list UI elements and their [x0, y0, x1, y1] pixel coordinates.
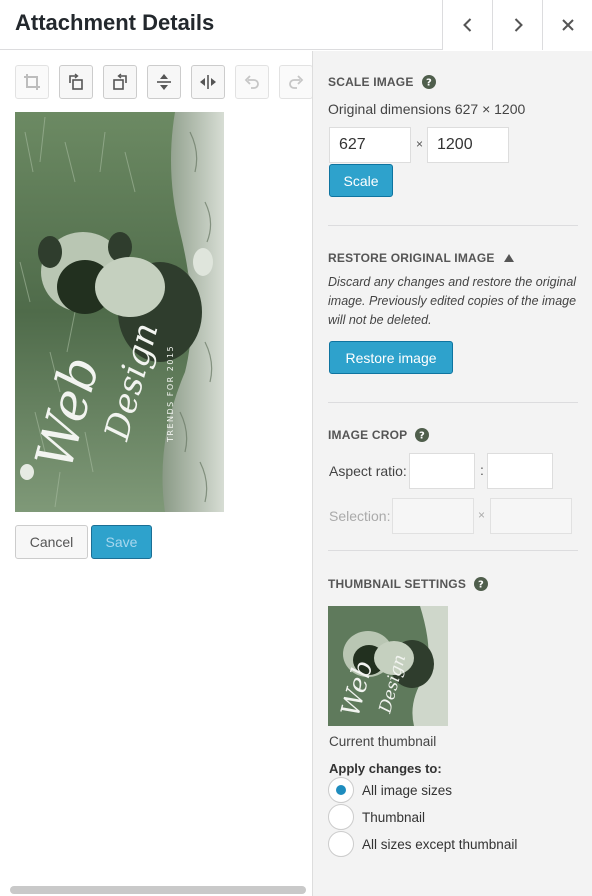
- selection-height-input[interactable]: [490, 498, 572, 534]
- crop-icon: [24, 74, 40, 90]
- radio-thumbnail[interactable]: Thumbnail: [328, 804, 425, 830]
- image-preview[interactable]: Web Design TRENDS FOR 2015: [15, 112, 224, 512]
- scale-image-section: Scale Image ? Original dimensions 627 × …: [328, 75, 578, 117]
- divider: [328, 225, 578, 226]
- restore-description: Discard any changes and restore the orig…: [328, 275, 577, 327]
- chevron-right-icon: [514, 18, 523, 32]
- times-symbol: ×: [416, 137, 424, 151]
- aspect-ratio-label: Aspect ratio:: [329, 463, 407, 479]
- close-icon: [561, 19, 574, 31]
- selection-label: Selection:: [329, 508, 391, 524]
- svg-text:?: ?: [478, 580, 484, 591]
- scale-button[interactable]: Scale: [329, 164, 393, 197]
- apply-changes-label: Apply changes to:: [329, 761, 442, 776]
- restore-heading[interactable]: Restore Original Image: [328, 251, 495, 265]
- image-crop-section: Image Crop ?: [328, 428, 578, 442]
- radio-button[interactable]: [328, 804, 354, 830]
- help-icon[interactable]: ?: [415, 428, 430, 442]
- header: Attachment Details: [0, 0, 592, 50]
- radio-all-image-sizes[interactable]: All image sizes: [328, 777, 452, 803]
- original-dimensions: Original dimensions 627 × 1200: [328, 101, 526, 117]
- image-toolbar: [15, 65, 313, 99]
- horizontal-scrollbar[interactable]: [10, 886, 306, 894]
- divider: [328, 550, 578, 551]
- divider: [328, 402, 578, 403]
- current-thumbnail-label: Current thumbnail: [329, 734, 437, 749]
- triangle-up-icon[interactable]: [503, 254, 514, 262]
- previous-button[interactable]: [442, 0, 492, 50]
- aspect-ratio-width-input[interactable]: [409, 453, 475, 489]
- selection-width-input[interactable]: [392, 498, 474, 534]
- radio-button[interactable]: [328, 777, 354, 803]
- scale-width-input[interactable]: 627: [329, 127, 411, 163]
- flip-horizontal-icon: [200, 75, 216, 89]
- image-overlay-caption: TRENDS FOR 2015: [166, 345, 175, 443]
- colon-separator: :: [480, 462, 484, 478]
- settings-sidebar: Scale Image ? Original dimensions 627 × …: [312, 51, 592, 896]
- rotate-right-icon: [113, 73, 127, 90]
- scale-height-input[interactable]: 1200: [427, 127, 509, 163]
- close-button[interactable]: [542, 0, 592, 50]
- times-symbol: ×: [478, 508, 486, 522]
- help-icon[interactable]: ?: [421, 75, 436, 89]
- svg-text:?: ?: [419, 431, 425, 442]
- chevron-left-icon: [462, 18, 471, 32]
- redo-icon: [289, 75, 304, 89]
- next-button[interactable]: [492, 0, 542, 50]
- restore-section: Restore Original Image Discard any chang…: [328, 251, 578, 330]
- cancel-button[interactable]: Cancel: [15, 525, 88, 559]
- image-crop-heading: Image Crop: [328, 428, 408, 442]
- aspect-ratio-height-input[interactable]: [487, 453, 553, 489]
- thumbnail-settings-section: Thumbnail Settings ?: [328, 577, 578, 591]
- radio-selected-dot: [336, 785, 346, 795]
- radio-label: Thumbnail: [362, 809, 426, 825]
- rotate-right-button[interactable]: [103, 65, 137, 99]
- scale-image-heading: Scale Image: [328, 75, 414, 89]
- radio-all-except-thumbnail[interactable]: All sizes except thumbnail: [328, 831, 517, 857]
- radio-label: All image sizes: [362, 782, 453, 798]
- flip-vertical-button[interactable]: [147, 65, 181, 99]
- page-title: Attachment Details: [15, 10, 215, 35]
- image-editor-pane: Web Design TRENDS FOR 2015 Cancel Save: [0, 51, 313, 896]
- save-button[interactable]: Save: [91, 525, 152, 559]
- svg-text:?: ?: [426, 78, 432, 89]
- rotate-left-icon: [69, 73, 83, 90]
- rotate-left-button[interactable]: [59, 65, 93, 99]
- current-thumbnail-image: Web Design: [328, 606, 448, 726]
- help-icon[interactable]: ?: [474, 577, 489, 591]
- radio-button[interactable]: [328, 831, 354, 857]
- thumbnail-heading: Thumbnail Settings: [328, 577, 467, 591]
- radio-label: All sizes except thumbnail: [362, 836, 518, 852]
- flip-horizontal-button[interactable]: [191, 65, 225, 99]
- redo-button[interactable]: [279, 65, 313, 99]
- crop-button[interactable]: [15, 65, 49, 99]
- restore-image-button[interactable]: Restore image: [329, 341, 453, 374]
- flip-vertical-icon: [157, 74, 171, 90]
- undo-button[interactable]: [235, 65, 269, 99]
- undo-icon: [244, 75, 259, 89]
